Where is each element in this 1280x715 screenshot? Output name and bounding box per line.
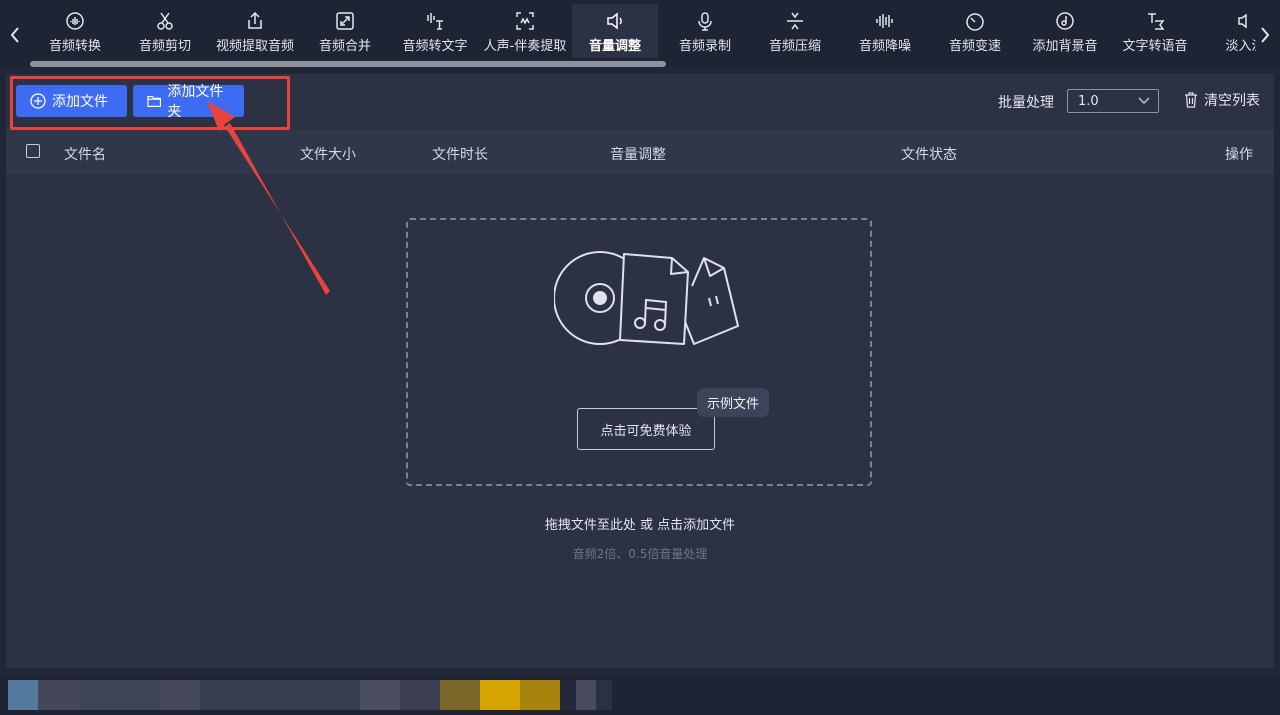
noise-reduce-icon [874, 10, 896, 32]
tab-speech-to-text[interactable]: 音频转文字 [390, 4, 480, 58]
taskbar-item [560, 680, 576, 710]
speedometer-icon [964, 10, 986, 32]
batch-process-label: 批量处理 [998, 95, 1054, 111]
tab-label: 音频压缩 [768, 39, 821, 54]
taskbar-item [360, 680, 400, 710]
tab-audio-compress[interactable]: 音频压缩 [750, 4, 840, 58]
column-header-status: 文件状态 [901, 147, 957, 163]
taskbar-item [8, 680, 38, 710]
tab-text-to-speech[interactable]: 文字转语音 [1110, 4, 1200, 58]
taskbar-item [400, 680, 440, 710]
folder-icon [147, 95, 162, 107]
speech-to-text-icon [424, 10, 446, 32]
feature-toolbar: 音频转换 音频剪切 视频提取音频 音频合并 音频转文字 人声-伴奏提取 音量调整 [0, 0, 1280, 68]
sample-file-label: 示例文件 [707, 397, 760, 412]
audio-wave-icon [64, 10, 86, 32]
taskbar-item [160, 680, 200, 710]
column-header-filename: 文件名 [64, 147, 106, 163]
main-panel: 添加文件 添加文件夹 批量处理 1.0 清空列表 文件名 文件大小 文件时长 音… [6, 74, 1274, 668]
tab-label: 音频转文字 [402, 39, 468, 54]
tab-label: 添加背景音 [1032, 39, 1098, 54]
taskbar-item [440, 680, 480, 710]
cd-music-file-icon [554, 251, 739, 345]
feature-tabs: 音频转换 音频剪切 视频提取音频 音频合并 音频转文字 人声-伴奏提取 音量调整 [30, 0, 1256, 60]
free-trial-button[interactable]: 点击可免费体验 [577, 408, 715, 450]
scroll-left-icon[interactable] [4, 20, 26, 50]
sample-file-badge[interactable]: 示例文件 [697, 388, 770, 417]
taskbar-item [480, 680, 520, 710]
tab-audio-cut[interactable]: 音频剪切 [120, 4, 210, 58]
tab-audio-record[interactable]: 音频录制 [660, 4, 750, 58]
tab-label: 音频转换 [48, 39, 101, 54]
tab-noise-reduce[interactable]: 音频降噪 [840, 4, 930, 58]
select-all-checkbox[interactable] [26, 144, 40, 158]
vocal-extract-icon [514, 10, 536, 32]
taskbar-item [80, 680, 160, 710]
chevron-down-icon [1138, 97, 1150, 104]
tab-audio-convert[interactable]: 音频转换 [30, 4, 120, 58]
upload-icon [244, 10, 266, 32]
clear-list-button[interactable]: 清空列表 [1184, 90, 1260, 110]
trash-icon [1185, 92, 1197, 108]
tab-video-extract-audio[interactable]: 视频提取音频 [210, 4, 300, 58]
tab-label: 人声-伴奏提取 [483, 39, 567, 54]
tab-add-background[interactable]: 添加背景音 [1020, 4, 1110, 58]
batch-volume-value: 1.0 [1078, 93, 1099, 109]
text-to-speech-icon [1144, 10, 1166, 32]
taskbar-item [576, 680, 596, 710]
compress-icon [784, 10, 806, 32]
merge-icon [334, 10, 356, 32]
tab-label: 音量调整 [588, 39, 641, 54]
drop-subhint-text: 音频2倍、0.5倍音量处理 [572, 547, 708, 561]
taskbar-item [520, 680, 560, 710]
column-header-filesize: 文件大小 [300, 147, 356, 163]
tab-label: 音频合并 [318, 39, 371, 54]
tab-label: 音频变速 [948, 39, 1001, 54]
microphone-icon [694, 10, 716, 32]
add-folder-button[interactable]: 添加文件夹 [133, 84, 244, 120]
tab-volume-adjust[interactable]: 音量调整 [572, 4, 658, 58]
music-disc-icon [1054, 10, 1076, 32]
add-folder-label: 添加文件夹 [167, 84, 224, 120]
column-header-volume: 音量调整 [610, 147, 666, 163]
free-trial-label: 点击可免费体验 [600, 423, 692, 439]
tab-label: 视频提取音频 [215, 39, 294, 54]
tab-label: 音频录制 [678, 39, 731, 54]
scroll-right-icon[interactable] [1254, 20, 1276, 50]
tab-audio-speed[interactable]: 音频变速 [930, 4, 1020, 58]
tab-vocal-extract[interactable]: 人声-伴奏提取 [480, 4, 570, 58]
batch-volume-select[interactable]: 1.0 [1067, 89, 1159, 113]
add-file-button[interactable]: 添加文件 [16, 85, 127, 117]
fade-speaker-icon [1234, 10, 1256, 32]
tabs-scrollbar[interactable] [30, 61, 666, 67]
column-header-actions: 操作 [1225, 147, 1253, 163]
plus-circle-icon [30, 93, 46, 109]
tab-fade[interactable]: 淡入淡 [1200, 4, 1256, 58]
tab-label: 音频降噪 [858, 39, 911, 54]
scissors-icon [154, 10, 176, 32]
column-header-duration: 文件时长 [432, 147, 488, 163]
file-dropzone[interactable]: 点击可免费体验 示例文件 [406, 218, 872, 486]
clear-list-label: 清空列表 [1204, 93, 1260, 109]
tab-label: 文字转语音 [1122, 39, 1188, 54]
taskbar-strip [0, 676, 1280, 715]
speaker-icon [604, 10, 626, 32]
taskbar-item [596, 680, 612, 710]
tab-audio-merge[interactable]: 音频合并 [300, 4, 390, 58]
add-file-label: 添加文件 [52, 94, 108, 110]
file-table-header: 文件名 文件大小 文件时长 音量调整 文件状态 操作 [6, 130, 1274, 174]
taskbar-item [200, 680, 360, 710]
tab-label: 淡入淡 [1225, 39, 1256, 54]
tab-label: 音频剪切 [138, 39, 191, 54]
drop-hint-text: 拖拽文件至此处 或 点击添加文件 [544, 518, 736, 533]
taskbar-item [38, 680, 80, 710]
